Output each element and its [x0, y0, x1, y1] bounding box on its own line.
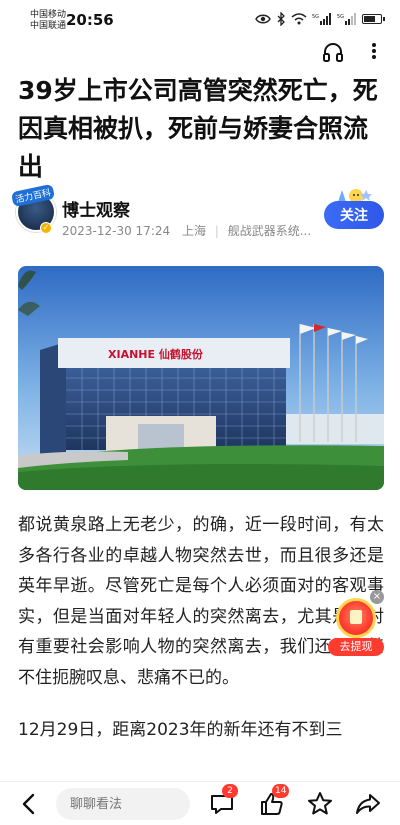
headphone-icon[interactable]: [322, 41, 344, 63]
article-title: 39岁上市公司高管突然死亡，死因真相被扒，死前与娇妻合照流出: [18, 76, 378, 181]
signal-5g-icon: 5G: [337, 13, 356, 25]
reward-close-icon[interactable]: ×: [370, 590, 384, 604]
signal-5g-icon: 5G: [312, 13, 331, 25]
verified-icon: ✓: [40, 222, 52, 234]
back-arrow-icon[interactable]: [18, 792, 40, 816]
star-icon: [308, 792, 332, 815]
reward-label[interactable]: 去提现: [328, 638, 384, 656]
comment-count-badge: 2: [222, 784, 238, 798]
article-toolbar: [0, 38, 400, 68]
carrier-1: 中国移动: [30, 10, 67, 20]
publish-date: 2023-12-30 17:24: [62, 224, 171, 238]
status-time: 20:56: [66, 11, 114, 29]
battery-icon: [362, 14, 385, 24]
follow-area: 关注: [322, 186, 386, 234]
bluetooth-icon: [277, 12, 285, 26]
share-icon: [356, 794, 380, 814]
svg-text:5G: 5G: [312, 14, 319, 20]
building-sign: XIANHE 仙鹤股份: [108, 347, 204, 361]
like-count-badge: 14: [272, 784, 290, 798]
follow-button[interactable]: 关注: [324, 201, 384, 229]
favorite-button[interactable]: [306, 790, 334, 818]
article-hero-image[interactable]: XIANHE 仙鹤股份: [18, 266, 384, 490]
svg-text:5G: 5G: [337, 14, 344, 20]
red-envelope-icon[interactable]: [336, 598, 376, 638]
bottom-action-bar: 2 14: [0, 781, 400, 825]
reward-widget[interactable]: × 去提现: [326, 590, 384, 660]
comment-button[interactable]: 2: [208, 784, 238, 818]
author-row: 活力百科 ✓ 博士观察 2023-12-30 17:24 上海 | 舰战武器系统…: [0, 183, 400, 244]
comment-input[interactable]: [56, 788, 190, 820]
eye-icon: [255, 14, 271, 24]
publish-location: 上海: [181, 224, 206, 238]
carrier-info: 中国移动 中国联通: [30, 10, 66, 32]
carrier-2: 中国联通: [30, 21, 67, 31]
author-name[interactable]: 博士观察: [62, 196, 130, 221]
status-bar: 中国移动 中国联通 20:56 5G 5G: [0, 0, 400, 38]
article-meta: 2023-12-30 17:24 上海 | 舰战武器系统...: [62, 222, 311, 239]
article-paragraph: 12月29日，距离2023年的新年还有不到三: [18, 720, 343, 740]
like-button[interactable]: 14: [258, 784, 290, 818]
status-icons: 5G 5G: [255, 12, 385, 26]
article-category[interactable]: 舰战武器系统...: [228, 224, 311, 238]
more-icon[interactable]: [364, 41, 384, 65]
share-button[interactable]: [354, 790, 382, 818]
wifi-icon: [291, 13, 307, 25]
meta-divider: |: [214, 224, 219, 238]
